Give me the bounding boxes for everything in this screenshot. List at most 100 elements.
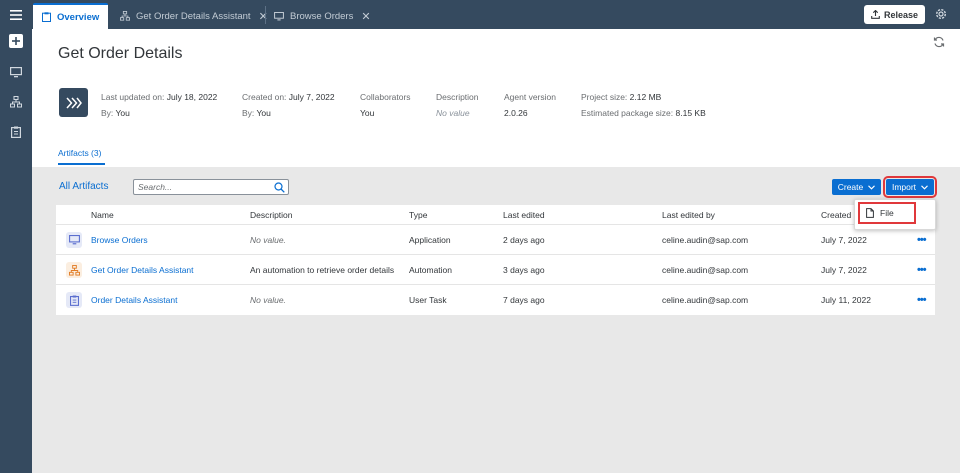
file-label: File: [880, 208, 894, 218]
import-file-menu-item[interactable]: File: [858, 202, 916, 224]
created-label: Created on:: [242, 92, 287, 102]
project-size-label: Project size:: [581, 92, 628, 102]
column-header-last-edited-by[interactable]: Last edited by: [662, 210, 715, 220]
tab-selected-indicator: [58, 163, 105, 165]
hierarchy-icon: [66, 262, 82, 278]
clipboard-icon[interactable]: [8, 124, 24, 140]
refresh-icon[interactable]: [933, 36, 947, 50]
project-header: Get Order Details Last updated on: July …: [32, 29, 960, 167]
artifact-last-edited-by: celine.audin@sap.com: [662, 295, 749, 305]
tab-label: Overview: [57, 11, 100, 23]
package-size-label: Estimated package size:: [581, 108, 674, 118]
column-header-description[interactable]: Description: [250, 210, 293, 220]
chevron-down-icon: [921, 184, 928, 190]
monitor-icon[interactable]: [8, 64, 24, 80]
collaborators-block: Collaborators You: [360, 89, 411, 121]
artifact-name-link[interactable]: Order Details Assistant: [91, 295, 177, 305]
column-header-created[interactable]: Created: [821, 210, 851, 220]
agent-version-value: 2.0.26: [504, 108, 528, 118]
size-block: Project size: 2.12 MB Estimated package …: [581, 89, 706, 121]
description-label: Description: [436, 92, 479, 102]
artifact-type: Automation: [409, 265, 452, 275]
clipboard-icon: [41, 12, 51, 22]
collaborators-label: Collaborators: [360, 92, 411, 102]
created-by-value: You: [256, 108, 271, 118]
artifact-last-edited-by: celine.audin@sap.com: [662, 235, 749, 245]
artifact-description: An automation to retrieve order details: [250, 265, 395, 275]
top-bar: Overview Get Order Details Assistant ✕ B…: [32, 0, 960, 29]
artifact-last-edited: 7 days ago: [503, 295, 545, 305]
chevron-down-icon: [868, 184, 876, 190]
artifacts-table: Name Description Type Last edited Last e…: [56, 205, 935, 315]
column-header-type[interactable]: Type: [409, 210, 427, 220]
description-value: No value: [436, 108, 470, 118]
tab-label: Browse Orders: [290, 10, 354, 22]
table-row[interactable]: Order Details Assistant No value. User T…: [56, 285, 935, 315]
clipboard-icon: [66, 292, 82, 308]
last-updated-label: Last updated on:: [101, 92, 165, 102]
agent-version-block: Agent version 2.0.26: [504, 89, 556, 121]
artifact-created: July 7, 2022: [821, 265, 867, 275]
add-icon[interactable]: [8, 33, 24, 49]
artifact-name-link[interactable]: Browse Orders: [91, 235, 148, 245]
page-title: Get Order Details: [58, 45, 183, 62]
last-updated-value: July 18, 2022: [166, 92, 218, 102]
updated-by-label: By:: [101, 108, 114, 118]
artifact-name-link[interactable]: Get Order Details Assistant: [91, 265, 194, 275]
table-row[interactable]: Get Order Details Assistant An automatio…: [56, 255, 935, 285]
file-icon: [866, 208, 874, 218]
tab-artifacts[interactable]: Artifacts (3): [58, 148, 101, 158]
artifact-created: July 7, 2022: [821, 235, 867, 245]
created-value: July 7, 2022: [288, 92, 335, 102]
description-block: Description No value: [436, 89, 479, 121]
upload-icon: [871, 10, 880, 19]
agent-version-label: Agent version: [504, 92, 556, 102]
created-by-label: By:: [242, 108, 255, 118]
gear-icon[interactable]: [934, 7, 948, 21]
artifact-created: July 11, 2022: [821, 295, 871, 305]
artifact-description: No value.: [250, 295, 286, 305]
monitor-icon: [274, 11, 284, 21]
project-size-value: 2.12 MB: [629, 92, 662, 102]
hierarchy-icon[interactable]: [8, 94, 24, 110]
collaborators-value: You: [360, 108, 375, 118]
artifact-description: No value.: [250, 235, 286, 245]
import-label: Import: [891, 182, 917, 192]
project-logo: [59, 88, 88, 117]
release-button[interactable]: Release: [864, 5, 925, 24]
last-updated-block: Last updated on: July 18, 2022 By: You: [101, 89, 217, 121]
left-rail: [0, 0, 32, 473]
search-field[interactable]: [133, 179, 289, 195]
tab-browse-orders[interactable]: Browse Orders ✕: [266, 3, 379, 29]
artifact-last-edited: 3 days ago: [503, 265, 545, 275]
section-title: All Artifacts: [59, 181, 109, 192]
tab-get-order-details-assistant[interactable]: Get Order Details Assistant ✕: [112, 3, 276, 29]
artifact-last-edited: 2 days ago: [503, 235, 545, 245]
artifact-type: Application: [409, 235, 451, 245]
tab-overview[interactable]: Overview: [33, 3, 108, 29]
create-label: Create: [837, 182, 864, 192]
column-header-last-edited[interactable]: Last edited: [503, 210, 545, 220]
menu-icon[interactable]: [8, 7, 24, 23]
hierarchy-icon: [120, 11, 130, 21]
import-menu: File: [854, 199, 936, 230]
create-button[interactable]: Create: [832, 179, 881, 195]
more-options-icon[interactable]: •••: [917, 234, 927, 246]
table-header: Name Description Type Last edited Last e…: [56, 205, 935, 225]
release-label: Release: [883, 9, 919, 20]
column-header-name[interactable]: Name: [91, 210, 114, 220]
updated-by-value: You: [115, 108, 130, 118]
import-button[interactable]: Import: [883, 176, 937, 198]
artifact-last-edited-by: celine.audin@sap.com: [662, 265, 749, 275]
search-input[interactable]: [134, 180, 264, 194]
tab-label: Get Order Details Assistant: [136, 10, 251, 22]
package-size-value: 8.15 KB: [675, 108, 706, 118]
artifact-type: User Task: [409, 295, 447, 305]
more-options-icon[interactable]: •••: [917, 264, 927, 276]
search-icon[interactable]: [274, 182, 285, 193]
table-row[interactable]: Browse Orders No value. Application 2 da…: [56, 225, 935, 255]
close-icon[interactable]: ✕: [361, 10, 370, 23]
monitor-icon: [66, 232, 82, 248]
more-options-icon[interactable]: •••: [917, 294, 927, 306]
created-block: Created on: July 7, 2022 By: You: [242, 89, 335, 121]
